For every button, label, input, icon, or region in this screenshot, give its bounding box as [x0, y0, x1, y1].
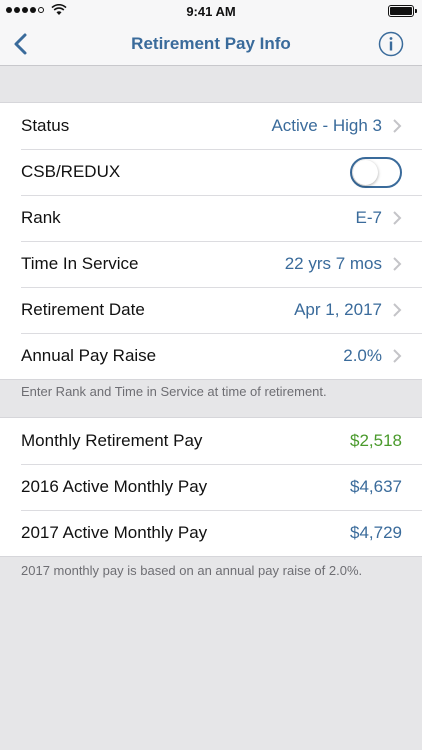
results-footnote: 2017 monthly pay is based on an annual p…	[21, 563, 363, 578]
retirement-date-row[interactable]: Retirement Date Apr 1, 2017	[0, 287, 422, 333]
chevron-right-icon	[393, 211, 402, 225]
time-in-service-label: Time In Service	[21, 254, 139, 273]
rank-label: Rank	[21, 208, 61, 227]
battery-icon	[388, 5, 417, 17]
time-in-service-row[interactable]: Time In Service 22 yrs 7 mos	[0, 241, 422, 287]
retirement-date-label: Retirement Date	[21, 300, 145, 319]
csb-redux-row: CSB/REDUX	[0, 149, 422, 195]
annual-pay-raise-value: 2.0%	[343, 346, 382, 365]
csb-redux-label: CSB/REDUX	[21, 162, 121, 181]
status-bar: 9:41 AM	[0, 0, 422, 22]
toggle-knob	[353, 159, 378, 185]
annual-pay-raise-label: Annual Pay Raise	[21, 346, 157, 365]
navigation-bar: Retirement Pay Info	[0, 22, 422, 66]
active-pay-2016-row: 2016 Active Monthly Pay $4,637	[0, 464, 422, 510]
time-in-service-value: 22 yrs 7 mos	[284, 254, 382, 273]
monthly-retirement-pay-value: $2,518	[350, 431, 402, 450]
settings-section: Status Active - High 3 CSB/REDUX Rank E-…	[0, 102, 422, 380]
status-row[interactable]: Status Active - High 3	[0, 103, 422, 149]
status-label: Status	[21, 116, 70, 135]
active-pay-2017-row: 2017 Active Monthly Pay $4,729	[0, 510, 422, 556]
status-value: Active - High 3	[271, 116, 382, 135]
annual-pay-raise-row[interactable]: Annual Pay Raise 2.0%	[0, 333, 422, 379]
chevron-right-icon	[393, 257, 402, 271]
chevron-right-icon	[393, 303, 402, 317]
chevron-right-icon	[393, 349, 402, 363]
active-pay-2016-label: 2016 Active Monthly Pay	[21, 477, 208, 496]
settings-footnote: Enter Rank and Time in Service at time o…	[21, 384, 327, 399]
rank-value: E-7	[355, 208, 382, 227]
status-time: 9:41 AM	[186, 4, 236, 19]
results-section: Monthly Retirement Pay $2,518 2016 Activ…	[0, 417, 422, 557]
rank-row[interactable]: Rank E-7	[0, 195, 422, 241]
monthly-retirement-pay-label: Monthly Retirement Pay	[21, 431, 203, 450]
active-pay-2017-label: 2017 Active Monthly Pay	[21, 523, 208, 542]
monthly-retirement-pay-row: Monthly Retirement Pay $2,518	[0, 418, 422, 464]
page-title: Retirement Pay Info	[131, 34, 291, 53]
active-pay-2016-value: $4,637	[350, 477, 402, 496]
info-icon[interactable]	[378, 31, 404, 57]
active-pay-2017-value: $4,729	[350, 523, 402, 542]
chevron-right-icon	[393, 119, 402, 133]
csb-redux-toggle[interactable]	[350, 156, 402, 188]
retirement-date-value: Apr 1, 2017	[294, 300, 382, 319]
